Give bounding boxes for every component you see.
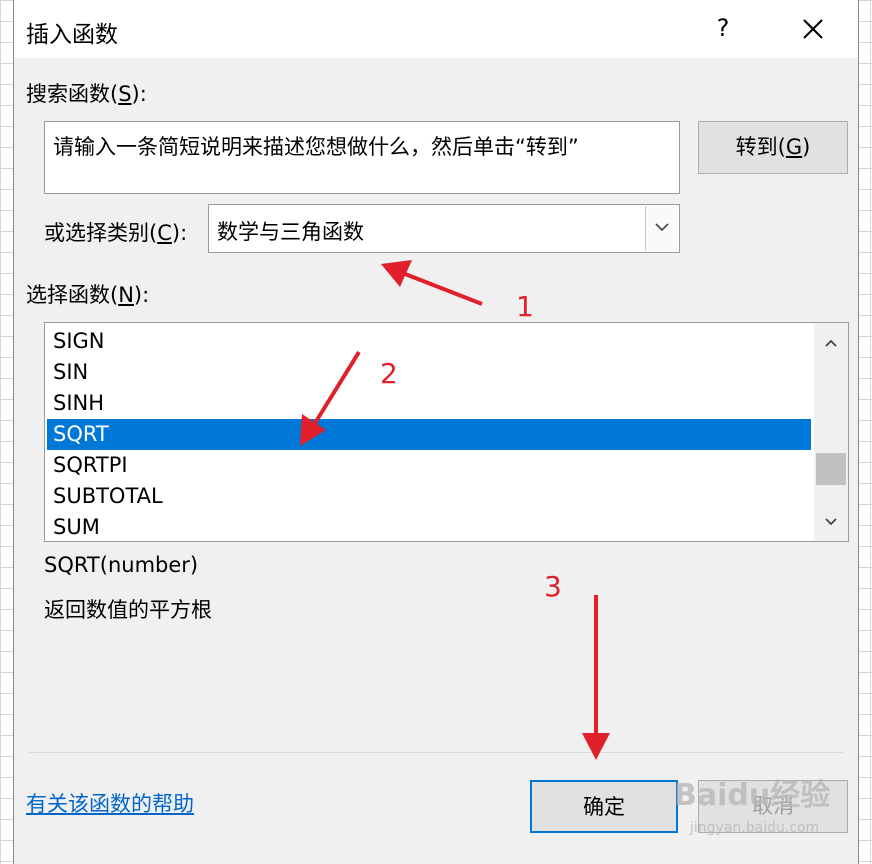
goto-button[interactable]: 转到(G) bbox=[698, 121, 848, 174]
function-list-item[interactable]: SUM bbox=[47, 512, 811, 541]
function-list-item[interactable]: SINH bbox=[47, 388, 811, 419]
close-icon bbox=[803, 19, 823, 39]
list-scrollbar[interactable] bbox=[814, 323, 848, 541]
scroll-down-button[interactable] bbox=[814, 509, 848, 537]
step-1-number: 1 bbox=[516, 290, 534, 323]
title-bar: 插入函数 ? bbox=[14, 0, 858, 58]
function-list-item-selected[interactable]: SQRT bbox=[47, 419, 811, 450]
baidu-watermark: Baidu经验 bbox=[674, 778, 831, 813]
baidu-watermark-url: jingyan.baidu.com bbox=[690, 820, 820, 836]
dialog-title: 插入函数 bbox=[26, 22, 118, 48]
chevron-up-icon bbox=[825, 339, 837, 347]
function-list-item[interactable]: SQRTPI bbox=[47, 450, 811, 481]
function-listbox[interactable]: SIGN SIN SINH SQRT SQRTPI SUBTOTAL SUM bbox=[44, 322, 849, 542]
scroll-thumb[interactable] bbox=[816, 453, 846, 485]
category-select-value: 数学与三角函数 bbox=[217, 220, 364, 244]
search-function-input[interactable]: 请输入一条简短说明来描述您想做什么，然后单击“转到” bbox=[44, 121, 680, 194]
function-description: 返回数值的平方根 bbox=[44, 598, 212, 622]
function-list-item[interactable]: SIGN bbox=[47, 326, 811, 357]
step-2-number: 2 bbox=[380, 357, 398, 390]
search-function-label: 搜索函数(S): bbox=[26, 82, 147, 106]
select-function-label: 选择函数(N): bbox=[26, 283, 150, 307]
function-syntax: SQRT(number) bbox=[44, 553, 199, 577]
help-button[interactable]: ? bbox=[708, 14, 738, 42]
chevron-down-icon bbox=[655, 223, 669, 232]
function-list-item[interactable]: SUBTOTAL bbox=[47, 481, 811, 512]
category-dropdown-button[interactable] bbox=[645, 206, 678, 251]
function-list-item[interactable]: SIN bbox=[47, 357, 811, 388]
close-button[interactable] bbox=[798, 14, 828, 44]
ok-button[interactable]: 确定 bbox=[530, 780, 678, 833]
insert-function-dialog: 插入函数 ? 搜索函数(S): 请输入一条简短说明来描述您想做什么，然后单击“转… bbox=[13, 0, 859, 864]
divider bbox=[28, 752, 844, 753]
function-help-link[interactable]: 有关该函数的帮助 bbox=[26, 788, 194, 818]
category-label: 或选择类别(C): bbox=[44, 221, 188, 245]
scroll-up-button[interactable] bbox=[814, 331, 848, 359]
category-select[interactable]: 数学与三角函数 bbox=[208, 204, 680, 253]
step-3-number: 3 bbox=[544, 570, 562, 603]
chevron-down-icon bbox=[825, 518, 837, 526]
